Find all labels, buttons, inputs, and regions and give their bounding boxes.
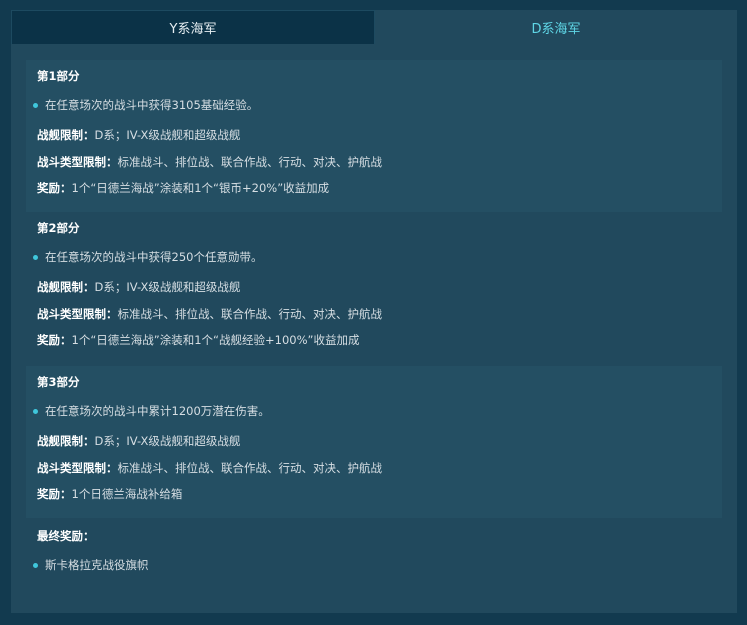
task-text: 在任意场次的战斗中获得3105基础经验。 [45, 98, 259, 112]
final-reward-text: 斯卡格拉克战役旗帜 [45, 558, 149, 572]
part-title: 第3部分 [37, 375, 80, 389]
reward-label: 奖励： [37, 487, 72, 501]
reward-label: 奖励： [37, 181, 72, 195]
bullet-icon [33, 102, 38, 108]
task-item: 在任意场次的战斗中累计1200万潜在伤害。 [33, 403, 270, 419]
task-item: 在任意场次的战斗中获得250个任意勋带。 [33, 249, 262, 265]
ship-limit-line: 战舰限制：D系；IV-X级战舰和超级战舰 [37, 433, 240, 449]
tab-y-navy[interactable]: Y系海军 [11, 10, 375, 44]
ship-limit-value: D系；IV-X级战舰和超级战舰 [94, 434, 241, 448]
ship-limit-label: 战舰限制： [37, 280, 95, 294]
reward-line: 奖励：1个“日德兰海战”涂装和1个“战舰经验+100%”收益加成 [37, 332, 359, 348]
ship-limit-label: 战舰限制： [37, 128, 95, 142]
battle-type-value: 标准战斗、排位战、联合作战、行动、对决、护航战 [117, 307, 383, 321]
faction-tabs: Y系海军 D系海军 [11, 10, 737, 44]
reward-value: 1个日德兰海战补给箱 [71, 487, 183, 501]
part-title: 第2部分 [37, 221, 80, 235]
part-1-section: 第1部分 在任意场次的战斗中获得3105基础经验。 战舰限制：D系；IV-X级战… [26, 60, 722, 212]
reward-line: 奖励：1个“日德兰海战”涂装和1个“银币+20%”收益加成 [37, 180, 329, 196]
battle-type-label: 战斗类型限制： [37, 461, 118, 475]
battle-type-label: 战斗类型限制： [37, 307, 118, 321]
battle-type-line: 战斗类型限制：标准战斗、排位战、联合作战、行动、对决、护航战 [37, 154, 382, 170]
ship-limit-line: 战舰限制：D系；IV-X级战舰和超级战舰 [37, 279, 240, 295]
ship-limit-label: 战舰限制： [37, 434, 95, 448]
final-reward-item: 斯卡格拉克战役旗帜 [33, 557, 149, 573]
final-reward-section: 最终奖励： 斯卡格拉克战役旗帜 [26, 520, 722, 600]
reward-label: 奖励： [37, 333, 72, 347]
reward-line: 奖励：1个日德兰海战补给箱 [37, 486, 182, 502]
ship-limit-line: 战舰限制：D系；IV-X级战舰和超级战舰 [37, 127, 240, 143]
task-text: 在任意场次的战斗中获得250个任意勋带。 [45, 250, 263, 264]
part-title: 第1部分 [37, 69, 80, 83]
tab-d-navy[interactable]: D系海军 [375, 10, 737, 44]
mission-panel: 第1部分 在任意场次的战斗中获得3105基础经验。 战舰限制：D系；IV-X级战… [11, 44, 737, 613]
part-2-section: 第2部分 在任意场次的战斗中获得250个任意勋带。 战舰限制：D系；IV-X级战… [26, 212, 722, 364]
task-item: 在任意场次的战斗中获得3105基础经验。 [33, 97, 258, 113]
battle-type-line: 战斗类型限制：标准战斗、排位战、联合作战、行动、对决、护航战 [37, 306, 382, 322]
task-text: 在任意场次的战斗中累计1200万潜在伤害。 [45, 404, 270, 418]
reward-value: 1个“日德兰海战”涂装和1个“银币+20%”收益加成 [71, 181, 330, 195]
battle-type-value: 标准战斗、排位战、联合作战、行动、对决、护航战 [117, 461, 383, 475]
part-3-section: 第3部分 在任意场次的战斗中累计1200万潜在伤害。 战舰限制：D系；IV-X级… [26, 366, 722, 518]
bullet-icon [33, 254, 38, 260]
battle-type-label: 战斗类型限制： [37, 155, 118, 169]
bullet-icon [33, 408, 38, 414]
ship-limit-value: D系；IV-X级战舰和超级战舰 [94, 128, 241, 142]
ship-limit-value: D系；IV-X级战舰和超级战舰 [94, 280, 241, 294]
reward-value: 1个“日德兰海战”涂装和1个“战舰经验+100%”收益加成 [71, 333, 360, 347]
battle-type-value: 标准战斗、排位战、联合作战、行动、对决、护航战 [117, 155, 383, 169]
battle-type-line: 战斗类型限制：标准战斗、排位战、联合作战、行动、对决、护航战 [37, 460, 382, 476]
final-reward-title: 最终奖励： [37, 529, 95, 543]
bullet-icon [33, 562, 38, 568]
